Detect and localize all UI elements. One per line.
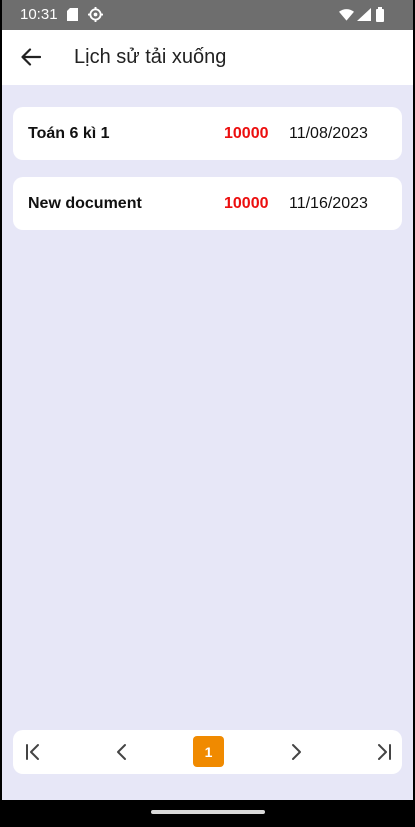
first-page-icon [26,744,39,760]
system-navigation-bar [2,800,413,827]
previous-page-button[interactable] [107,737,137,767]
next-page-button[interactable] [281,737,311,767]
download-date: 11/16/2023 [289,195,368,212]
arrow-left-icon [21,48,41,66]
pagination-bar: 1 [13,730,402,774]
settings-icon [88,7,103,22]
app-bar: Lịch sử tải xuống [2,30,413,85]
battery-icon [376,7,384,22]
signal-icon [357,8,371,21]
document-name: New document [28,195,142,212]
document-price: 10000 [224,195,269,212]
home-indicator[interactable] [151,810,265,814]
download-item[interactable]: New document 10000 11/16/2023 [13,177,402,230]
phone-screen: 10:31 Lịch sử tải xuống Toán 6 kì 1 1000… [2,0,413,827]
status-bar: 10:31 [2,0,413,30]
download-item[interactable]: Toán 6 kì 1 10000 11/08/2023 [13,107,402,160]
sim-card-icon [67,8,78,21]
status-time: 10:31 [20,6,58,23]
back-button[interactable] [14,39,48,75]
current-page-button[interactable]: 1 [193,736,224,767]
last-page-icon [378,744,391,760]
last-page-button[interactable] [368,737,398,767]
wifi-icon [339,9,354,21]
document-price: 10000 [224,125,269,142]
previous-page-icon [117,744,126,760]
first-page-button[interactable] [19,737,49,767]
page-title: Lịch sử tải xuống [74,46,227,68]
download-date: 11/08/2023 [289,125,368,142]
next-page-icon [292,744,301,760]
document-name: Toán 6 kì 1 [28,125,110,142]
